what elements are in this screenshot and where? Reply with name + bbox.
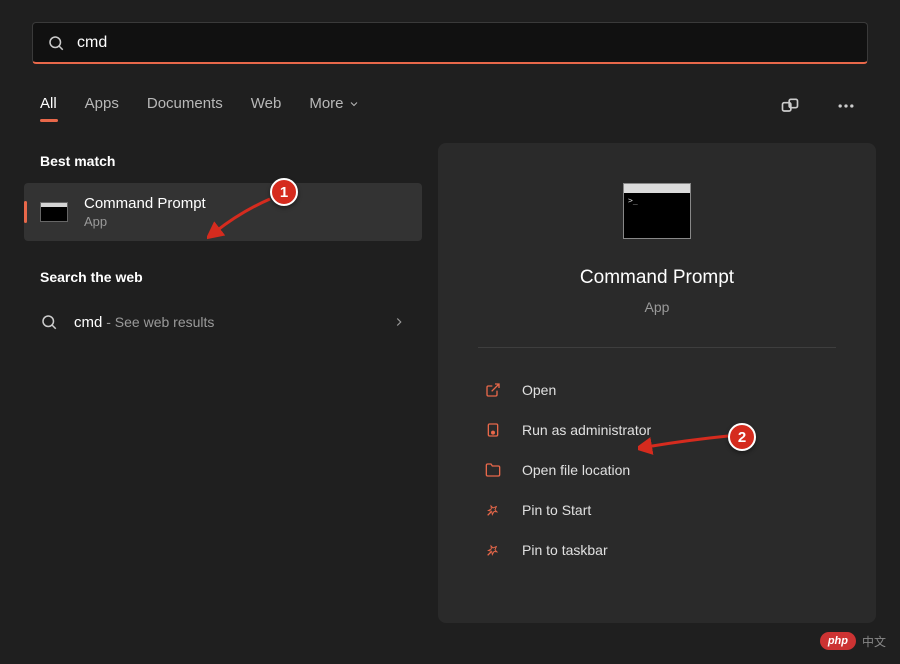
tab-web[interactable]: Web [251, 95, 282, 122]
search-web-header: Search the web [24, 259, 422, 299]
annotation-badge-1: 1 [270, 178, 298, 206]
preview-panel: Command Prompt App Open [438, 143, 876, 623]
annotation-badge-2: 2 [728, 423, 756, 451]
search-box[interactable] [32, 22, 868, 64]
watermark-badge: php [820, 632, 856, 650]
action-pin-start[interactable]: Pin to Start [478, 490, 836, 530]
shield-icon [484, 421, 502, 439]
best-match-header: Best match [24, 143, 422, 183]
tab-documents[interactable]: Documents [147, 95, 223, 122]
web-result-text: cmd - See web results [74, 314, 392, 331]
preview-app-icon [623, 183, 691, 239]
action-label: Open [522, 382, 556, 398]
web-result-query: cmd [74, 314, 102, 331]
pin-icon [484, 541, 502, 559]
open-icon [484, 381, 502, 399]
search-input[interactable] [77, 34, 853, 52]
search-icon [40, 313, 58, 331]
web-result-item[interactable]: cmd - See web results [24, 299, 422, 345]
watermark: php 中文 [820, 632, 886, 650]
chevron-down-icon [348, 98, 360, 110]
tabs-row: All Apps Documents Web More [0, 64, 900, 125]
tab-all[interactable]: All [40, 95, 57, 122]
cmd-app-icon [38, 200, 70, 224]
action-label: Pin to taskbar [522, 542, 608, 558]
watermark-text: 中文 [862, 633, 886, 650]
search-container [0, 0, 900, 64]
preview-title: Command Prompt [580, 267, 734, 289]
web-result-suffix: - See web results [102, 314, 214, 330]
connect-icon[interactable] [776, 92, 804, 125]
more-options-icon[interactable] [832, 92, 860, 125]
action-list: Open Run as administrator Open file l [478, 370, 836, 570]
tab-more-label: More [309, 95, 343, 112]
annotation-arrow-1 [207, 196, 277, 241]
action-label: Run as administrator [522, 422, 651, 438]
chevron-right-icon [392, 315, 406, 329]
action-open-file-location[interactable]: Open file location [478, 450, 836, 490]
tab-apps[interactable]: Apps [85, 95, 119, 122]
folder-icon [484, 461, 502, 479]
main-content: Best match Command Prompt App Search the… [0, 125, 900, 623]
action-open[interactable]: Open [478, 370, 836, 410]
pin-icon [484, 501, 502, 519]
action-label: Pin to Start [522, 502, 591, 518]
annotation-arrow-2 [638, 430, 733, 455]
action-pin-taskbar[interactable]: Pin to taskbar [478, 530, 836, 570]
preview-subtitle: App [645, 299, 670, 315]
tab-more[interactable]: More [309, 95, 359, 122]
action-label: Open file location [522, 462, 630, 478]
search-icon [47, 34, 65, 52]
divider [478, 347, 836, 348]
